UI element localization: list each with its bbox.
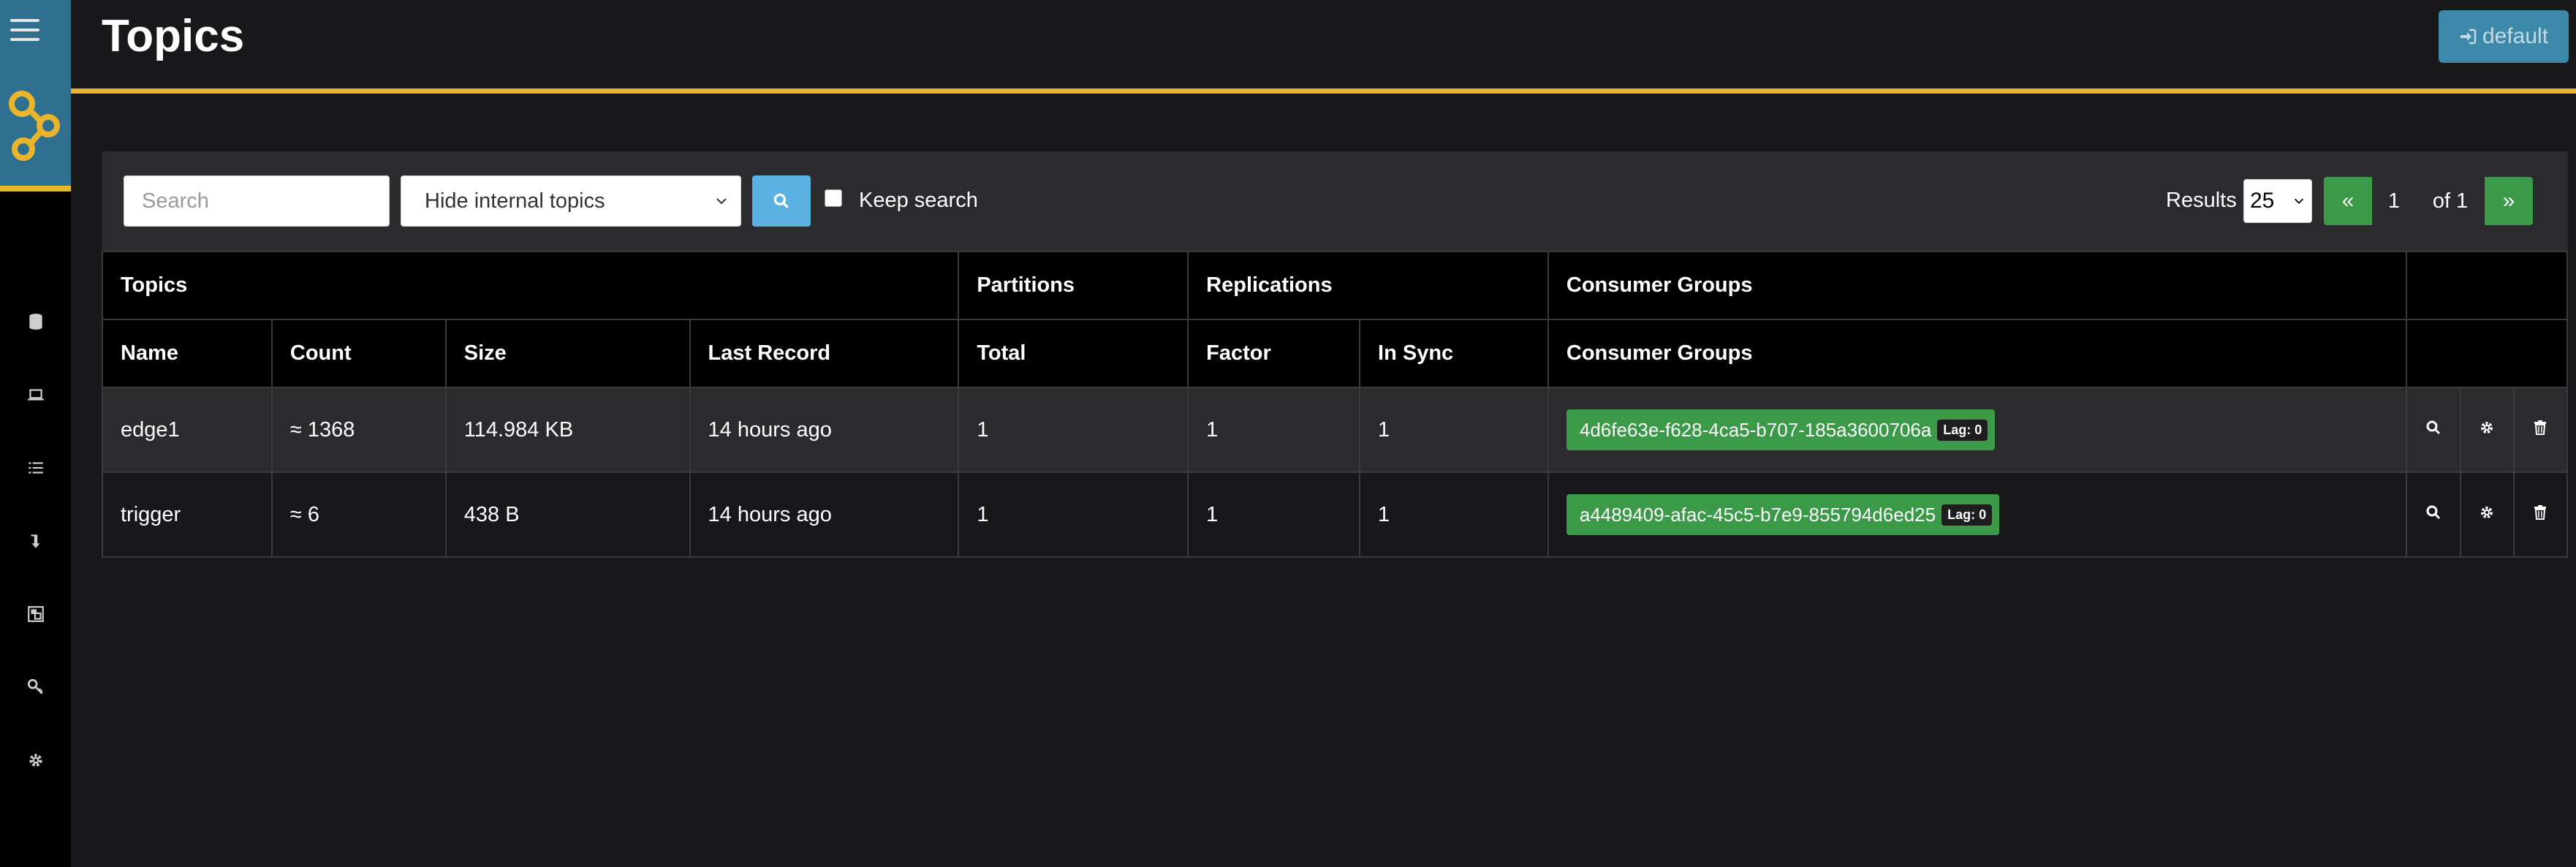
topic-filter-value: Hide internal topics (425, 189, 605, 213)
column-header-actions (2406, 319, 2568, 388)
current-page: 1 (2372, 177, 2416, 225)
keep-search-label: Keep search (859, 189, 978, 212)
view-topic-button[interactable] (2406, 387, 2461, 473)
group-header-actions (2406, 251, 2568, 320)
database-icon (29, 314, 42, 330)
results-label: Results (2166, 189, 2237, 212)
table-row[interactable]: trigger ≈ 6 438 B 14 hours ago 1 1 1 a44… (102, 472, 2569, 558)
replication-in-sync: 1 (1359, 472, 1549, 558)
chevron-down-icon (716, 198, 727, 205)
top-bar: Topics default (71, 0, 2576, 94)
keep-search-checkbox[interactable] (825, 189, 842, 207)
sidebar-brand (0, 0, 71, 192)
gear-icon (29, 754, 42, 767)
topic-filter-select[interactable]: Hide internal topics (401, 175, 741, 227)
login-button[interactable]: default (2439, 10, 2569, 63)
topic-name[interactable]: trigger (102, 472, 273, 558)
column-header-last-record[interactable]: Last Record (689, 319, 960, 388)
filter-bar: Hide internal topics Keep search Results… (102, 151, 2568, 251)
topic-name[interactable]: edge1 (102, 387, 273, 473)
next-page-button[interactable]: » (2485, 177, 2533, 225)
sidebar-item-tail[interactable] (0, 431, 71, 504)
partitions-total: 1 (958, 472, 1189, 558)
column-header-row: Name Count Size Last Record Total Factor… (102, 319, 2568, 388)
object-group-icon (27, 606, 44, 622)
key-icon (27, 678, 43, 694)
sidebar-item-settings[interactable] (0, 724, 71, 797)
consumer-groups-cell: 4d6fe63e-f628-4ca5-b707-185a3600706a Lag… (1547, 387, 2408, 473)
column-header-consumer-groups[interactable]: Consumer Groups (1547, 319, 2408, 388)
previous-page-button[interactable]: « (2324, 177, 2372, 225)
column-header-total[interactable]: Total (958, 319, 1189, 388)
logo-icon[interactable] (7, 88, 63, 168)
column-header-count[interactable]: Count (270, 319, 447, 388)
column-header-in-sync[interactable]: In Sync (1359, 319, 1549, 388)
topic-size: 114.984 KB (444, 387, 691, 473)
topic-last-record: 14 hours ago (689, 387, 960, 473)
chevron-down-icon (2294, 198, 2304, 204)
consumer-group-id: 4d6fe63e-f628-4ca5-b707-185a3600706a (1579, 418, 1932, 441)
consumer-group-badge[interactable]: a4489409-afac-45c5-b7e9-855794d6ed25 Lag… (1566, 494, 2000, 535)
table-row[interactable]: edge1 ≈ 1368 114.984 KB 14 hours ago 1 1… (102, 387, 2569, 473)
view-topic-button[interactable] (2406, 472, 2461, 558)
search-icon (773, 193, 789, 208)
sidebar-item-consumer-groups[interactable] (0, 504, 71, 578)
topic-count: ≈ 6 (270, 472, 447, 558)
topic-size: 438 B (444, 472, 691, 558)
configure-topic-button[interactable] (2460, 472, 2515, 558)
column-header-name[interactable]: Name (102, 319, 273, 388)
delete-topic-button[interactable] (2512, 387, 2569, 473)
results-per-page-select[interactable]: 25 (2243, 179, 2312, 223)
column-header-size[interactable]: Size (444, 319, 691, 388)
search-button[interactable] (752, 175, 811, 227)
hamburger-menu-icon[interactable] (10, 19, 39, 44)
group-header-consumer-groups: Consumer Groups (1547, 251, 2408, 320)
group-header-partitions: Partitions (958, 251, 1189, 320)
replication-factor: 1 (1187, 387, 1361, 473)
sidebar-item-schema-registry[interactable] (0, 578, 71, 651)
consumer-group-badge[interactable]: 4d6fe63e-f628-4ca5-b707-185a3600706a Lag… (1566, 409, 1996, 450)
search-icon (2426, 420, 2441, 434)
search-input[interactable] (124, 175, 390, 227)
group-header-topics: Topics (101, 251, 960, 320)
login-label: default (2482, 24, 2549, 48)
consumer-group-id: a4489409-afac-45c5-b7e9-855794d6ed25 (1579, 503, 1936, 526)
trash-icon (2534, 504, 2547, 520)
laptop-icon (27, 389, 44, 401)
sidebar (0, 0, 71, 867)
group-header-row: Topics Partitions Replications Consumer … (101, 251, 2568, 320)
replication-in-sync: 1 (1359, 387, 1549, 473)
page-count: of 1 (2416, 177, 2485, 225)
list-icon (28, 462, 43, 474)
page-title: Topics (102, 11, 245, 61)
topics-table: Topics Partitions Replications Consumer … (101, 251, 2569, 558)
consumer-groups-cell: a4489409-afac-45c5-b7e9-855794d6ed25 Lag… (1547, 472, 2408, 558)
gear-icon (2481, 421, 2493, 434)
sidebar-item-nodes[interactable] (0, 285, 71, 358)
gear-icon (2481, 506, 2493, 518)
level-down-icon (31, 534, 39, 548)
group-header-replications: Replications (1187, 251, 1549, 320)
sign-in-icon (2460, 29, 2477, 45)
topics-panel: Hide internal topics Keep search Results… (101, 151, 2569, 558)
lag-badge: Lag: 0 (1942, 504, 1993, 526)
column-header-factor[interactable]: Factor (1187, 319, 1361, 388)
partitions-total: 1 (958, 387, 1189, 473)
results-per-page-value: 25 (2250, 189, 2275, 213)
sidebar-item-topics[interactable] (0, 358, 71, 431)
topic-last-record: 14 hours ago (689, 472, 960, 558)
trash-icon (2534, 420, 2547, 435)
search-icon (2426, 505, 2441, 519)
replication-factor: 1 (1187, 472, 1361, 558)
lag-badge: Lag: 0 (1937, 419, 1988, 441)
sidebar-item-acls[interactable] (0, 651, 71, 724)
delete-topic-button[interactable] (2512, 472, 2569, 558)
topic-count: ≈ 1368 (270, 387, 447, 473)
configure-topic-button[interactable] (2460, 387, 2515, 473)
pagination: « 1 of 1 » (2324, 177, 2533, 225)
